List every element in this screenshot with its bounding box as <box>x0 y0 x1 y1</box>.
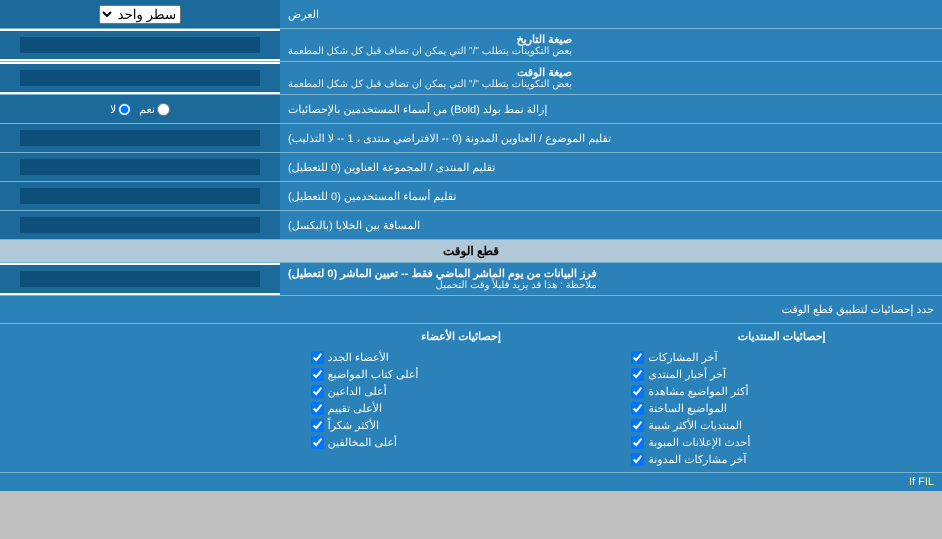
empty-col <box>0 324 301 472</box>
topic-trim-title: تقليم الموضوع / العناوين المدونة (0 -- ا… <box>288 132 611 145</box>
member-stats-header: إحصائيات الأعضاء <box>311 330 612 343</box>
forum-trim-input-wrap: 33 <box>0 153 280 181</box>
time-format-input[interactable]: H:i <box>20 70 260 86</box>
cutoff-main-label: فرز البيانات من يوم الماشر الماضي فقط --… <box>288 267 597 280</box>
member-checkbox-item-6: أعلى المخالفين <box>311 436 612 449</box>
col2-item-4-label: الأكثر شكراً <box>328 419 379 432</box>
bold-title: إزالة نمط بولد (Bold) من أسماء المستخدمي… <box>288 103 547 116</box>
username-trim-label: تقليم أسماء المستخدمين (0 للتعطيل) <box>280 182 942 210</box>
limit-row: حدد إحصائيات لتطبيق قطع الوقت <box>0 296 942 324</box>
col1-item-5-label: أحدث الإعلانات المبوبة <box>648 436 750 449</box>
time-format-sublabel: بعض التكوينات يتطلب "/" التي يمكن ان تضا… <box>288 79 572 90</box>
filter-text: If FIL <box>909 476 934 488</box>
forum-trim-title: تقليم المنتدى / المجموعة العناوين (0 للت… <box>288 161 495 174</box>
col2-header-text: إحصائيات الأعضاء <box>421 331 501 343</box>
bold-radio-yes-label[interactable]: نعم <box>139 103 170 116</box>
main-label: العرض <box>280 0 942 28</box>
username-trim-input[interactable]: 0 <box>20 188 260 204</box>
forum-trim-label: تقليم المنتدى / المجموعة العناوين (0 للت… <box>280 153 942 181</box>
topic-trim-label: تقليم الموضوع / العناوين المدونة (0 -- ا… <box>280 124 942 152</box>
checkbox-item-2: آخر أخبار المنتدى <box>631 368 932 381</box>
forum-stats-header: إحصائيات المنتديات <box>631 330 932 343</box>
col2-item-3-label: الأعلى تقييم <box>328 402 382 415</box>
checkbox-item-3: أكثر المواضيع مشاهدة <box>631 385 932 398</box>
member-checkbox-item-4: الأعلى تقييم <box>311 402 612 415</box>
col2-item-0-label: الأعضاء الجدد <box>328 351 389 364</box>
member-checkbox-item-3: أعلى الداعين <box>311 385 612 398</box>
col2-checkbox-4[interactable] <box>311 419 324 432</box>
cutoff-note: ملاحظة : هذا قد يزيد قليلاً وقت التحميل <box>288 280 597 291</box>
date-format-input[interactable]: d-m <box>20 37 260 53</box>
member-stats-col: إحصائيات الأعضاء الأعضاء الجدد أعلى كتاب… <box>301 324 622 472</box>
bold-radio-wrap: نعم لا <box>0 95 280 123</box>
cell-spacing-label: المسافة بين الخلايا (بالبكسل) <box>280 211 942 239</box>
header-title: العرض <box>288 8 319 21</box>
col2-checkbox-0[interactable] <box>311 351 324 364</box>
username-trim-input-wrap: 0 <box>0 182 280 210</box>
member-checkbox-item-5: الأكثر شكراً <box>311 419 612 432</box>
col1-checkbox-6[interactable] <box>631 453 644 466</box>
bold-radio-yes[interactable] <box>157 103 170 116</box>
col1-item-3-label: المواضيع الساخنة <box>648 402 727 415</box>
col1-checkbox-0[interactable] <box>631 351 644 364</box>
member-checkbox-item-1: الأعضاء الجدد <box>311 351 612 364</box>
col1-item-1-label: آخر أخبار المنتدى <box>648 368 726 381</box>
topic-trim-input[interactable]: 33 <box>20 130 260 146</box>
limit-label-text: حدد إحصائيات لتطبيق قطع الوقت <box>782 304 934 316</box>
topic-trim-input-wrap: 33 <box>0 124 280 152</box>
time-format-input-wrap: H:i <box>0 64 280 92</box>
cell-spacing-input-wrap: 2 <box>0 211 280 239</box>
bold-label: إزالة نمط بولد (Bold) من أسماء المستخدمي… <box>280 95 942 123</box>
col2-item-2-label: أعلى الداعين <box>328 385 387 398</box>
col2-checkbox-5[interactable] <box>311 436 324 449</box>
col1-item-2-label: أكثر المواضيع مشاهدة <box>648 385 748 398</box>
col1-item-4-label: المنتديات الأكثر شبية <box>648 419 742 432</box>
cutoff-label: فرز البيانات من يوم الماشر الماضي فقط --… <box>280 263 942 295</box>
time-format-label: صيغة الوقت بعض التكوينات يتطلب "/" التي … <box>280 62 942 94</box>
col1-checkbox-1[interactable] <box>631 368 644 381</box>
col2-checkbox-2[interactable] <box>311 385 324 398</box>
col2-checkbox-3[interactable] <box>311 402 324 415</box>
checkbox-item-1: آخر المشاركات <box>631 351 932 364</box>
col1-item-6-label: آخر مشاركات المدونة <box>648 453 746 466</box>
display-select[interactable]: سطر واحدسطرينثلاثة أسطر <box>99 5 181 24</box>
col2-checkbox-1[interactable] <box>311 368 324 381</box>
date-format-title: صيغة التاريخ <box>288 33 572 46</box>
col1-checkbox-2[interactable] <box>631 385 644 398</box>
col1-checkbox-3[interactable] <box>631 402 644 415</box>
bold-radio-no[interactable] <box>118 103 131 116</box>
cutoff-input[interactable]: 0 <box>20 271 260 287</box>
checkbox-item-4: المواضيع الساخنة <box>631 402 932 415</box>
checkbox-item-6: أحدث الإعلانات المبوبة <box>631 436 932 449</box>
col2-item-5-label: أعلى المخالفين <box>328 436 397 449</box>
cell-spacing-input[interactable]: 2 <box>20 217 260 233</box>
checkbox-item-5: المنتديات الأكثر شبية <box>631 419 932 432</box>
checkbox-item-7: آخر مشاركات المدونة <box>631 453 932 466</box>
bold-no-text: لا <box>110 103 116 116</box>
col1-checkbox-5[interactable] <box>631 436 644 449</box>
date-format-input-wrap: d-m <box>0 31 280 59</box>
col2-item-1-label: أعلى كتاب المواضيع <box>328 368 419 381</box>
date-format-label: صيغة التاريخ بعض التكوينات يتطلب "/" الت… <box>280 29 942 61</box>
col1-header-text: إحصائيات المنتديات <box>738 331 826 343</box>
username-trim-title: تقليم أسماء المستخدمين (0 للتعطيل) <box>288 190 456 203</box>
select-container: سطر واحدسطرينثلاثة أسطر <box>0 0 280 28</box>
forum-trim-input[interactable]: 33 <box>20 159 260 175</box>
date-format-sublabel: بعض التكوينات يتطلب "/" التي يمكن ان تضا… <box>288 46 572 57</box>
member-checkbox-item-2: أعلى كتاب المواضيع <box>311 368 612 381</box>
cutoff-title: قطع الوقت <box>443 244 499 258</box>
col1-item-0-label: آخر المشاركات <box>648 351 717 364</box>
limit-label: حدد إحصائيات لتطبيق قطع الوقت <box>8 303 934 316</box>
bold-radio-no-label[interactable]: لا <box>110 103 131 116</box>
forum-stats-col: إحصائيات المنتديات آخر المشاركات آخر أخب… <box>621 324 942 472</box>
col1-checkbox-4[interactable] <box>631 419 644 432</box>
cutoff-input-wrap: 0 <box>0 265 280 293</box>
checkboxes-section: إحصائيات المنتديات آخر المشاركات آخر أخب… <box>0 324 942 473</box>
cell-spacing-title: المسافة بين الخلايا (بالبكسل) <box>288 219 420 232</box>
filter-note: If FIL <box>0 473 942 491</box>
cutoff-section-header: قطع الوقت <box>0 240 942 263</box>
bold-yes-text: نعم <box>139 103 155 116</box>
time-format-title: صيغة الوقت <box>288 66 572 79</box>
